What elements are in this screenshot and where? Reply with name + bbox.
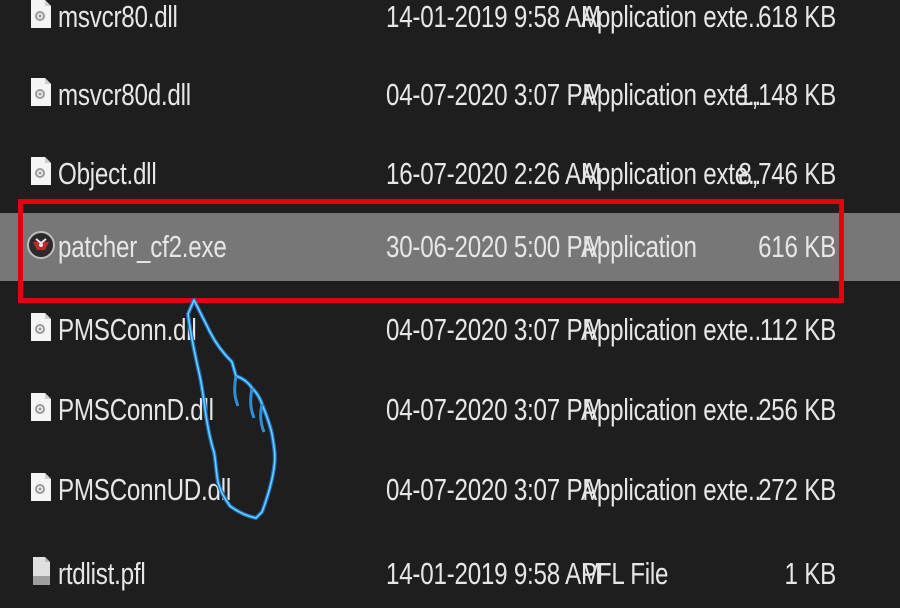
file-size: 1 KB xyxy=(784,556,836,591)
file-date-modified: 16-07-2020 2:26 AM xyxy=(386,156,601,191)
dll-file-icon xyxy=(30,392,52,422)
file-row-pmsconnud[interactable]: PMSConnUD.dll 04-07-2020 3:07 PM Applica… xyxy=(0,456,900,524)
patcher-app-icon xyxy=(27,230,55,260)
dll-file-icon xyxy=(30,156,52,186)
file-date-modified: 04-07-2020 3:07 PM xyxy=(386,77,603,112)
file-name: PMSConnUD.dll xyxy=(58,472,232,507)
dll-file-icon xyxy=(30,0,52,29)
file-row-rtdlist[interactable]: rtdlist.pfl 14-01-2019 9:58 AM PFL File … xyxy=(0,540,900,608)
file-size: 272 KB xyxy=(758,472,836,507)
file-name: Object.dll xyxy=(58,156,157,191)
file-list: msvcr80.dll 14-01-2019 9:58 AM Applicati… xyxy=(0,0,900,603)
file-row-patcher-cf2-selected[interactable]: patcher_cf2.exe 30-06-2020 5:00 PM Appli… xyxy=(0,213,900,281)
file-date-modified: 14-01-2019 9:58 AM xyxy=(386,0,601,34)
file-size: 1,148 KB xyxy=(738,77,836,112)
file-date-modified: 04-07-2020 3:07 PM xyxy=(386,392,603,427)
file-row-pmsconnd[interactable]: PMSConnD.dll 04-07-2020 3:07 PM Applicat… xyxy=(0,376,900,444)
file-size: 8,746 KB xyxy=(738,156,836,191)
file-row-msvcr80[interactable]: msvcr80.dll 14-01-2019 9:58 AM Applicati… xyxy=(0,0,900,51)
file-name: msvcr80.dll xyxy=(58,0,178,34)
file-size: 618 KB xyxy=(758,0,836,34)
file-size: 616 KB xyxy=(758,229,836,264)
dll-file-icon xyxy=(30,312,52,342)
file-row-pmsconn[interactable]: PMSConn.dll 04-07-2020 3:07 PM Applicati… xyxy=(0,296,900,364)
file-name: msvcr80d.dll xyxy=(58,77,191,112)
file-name: rtdlist.pfl xyxy=(58,556,146,591)
file-date-modified: 14-01-2019 9:58 AM xyxy=(386,556,601,591)
file-date-modified: 04-07-2020 3:07 PM xyxy=(386,312,603,347)
file-name: PMSConn.dll xyxy=(58,312,197,347)
file-size: 256 KB xyxy=(758,392,836,427)
file-row-msvcr80d[interactable]: msvcr80d.dll 04-07-2020 3:07 PM Applicat… xyxy=(0,61,900,129)
file-name: PMSConnD.dll xyxy=(58,392,214,427)
file-date-modified: 04-07-2020 3:07 PM xyxy=(386,472,603,507)
file-date-modified: 30-06-2020 5:00 PM xyxy=(386,229,603,264)
dll-file-icon xyxy=(30,77,52,107)
file-row-object[interactable]: Object.dll 16-07-2020 2:26 AM Applicatio… xyxy=(0,140,900,208)
pfl-file-icon xyxy=(30,556,52,586)
file-name: patcher_cf2.exe xyxy=(58,229,227,264)
dll-file-icon xyxy=(30,472,52,502)
file-size: 112 KB xyxy=(759,312,836,347)
